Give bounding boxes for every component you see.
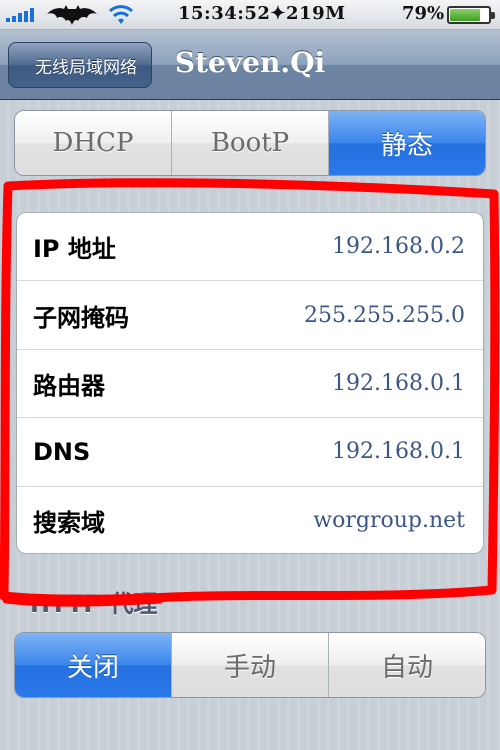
dns-label: DNS	[33, 437, 91, 466]
subnet-mask-label: 子网掩码	[33, 303, 129, 332]
navigation-bar: 无线局域网络 Steven.Qi	[0, 30, 500, 100]
router-label: 路由器	[33, 371, 105, 400]
signal-strength-icon	[6, 8, 34, 22]
wifi-icon	[108, 5, 134, 24]
tab-dhcp[interactable]: DHCP	[15, 111, 172, 175]
dns-row[interactable]: DNS 192.168.0.1	[17, 418, 483, 487]
ip-settings-table: IP 地址 192.168.0.2 子网掩码 255.255.255.0 路由器…	[16, 212, 484, 554]
search-domain-row[interactable]: 搜索域 worgroup.net	[17, 487, 483, 553]
ip-address-row[interactable]: IP 地址 192.168.0.2	[17, 213, 483, 282]
ip-mode-segmented-control: DHCP BootP 静态	[14, 110, 486, 176]
http-proxy-header: HTTP 代理	[30, 590, 158, 618]
battery-icon	[447, 6, 495, 24]
tab-static[interactable]: 静态	[329, 111, 485, 175]
back-button[interactable]: 无线局域网络	[8, 42, 152, 88]
dns-value: 192.168.0.1	[332, 439, 465, 465]
proxy-off-option[interactable]: 关闭	[15, 633, 172, 697]
battery-percent: 79%	[402, 3, 445, 24]
ip-address-value: 192.168.0.2	[332, 234, 465, 260]
status-bar: 15:34:52✦219M 79%	[0, 0, 500, 30]
proxy-auto-option[interactable]: 自动	[329, 633, 485, 697]
proxy-manual-option[interactable]: 手动	[172, 633, 329, 697]
subnet-mask-row[interactable]: 子网掩码 255.255.255.0	[17, 281, 483, 350]
ip-address-label: IP 地址	[33, 235, 116, 264]
batman-logo-icon	[47, 5, 97, 25]
http-proxy-segmented-control: 关闭 手动 自动	[14, 632, 486, 698]
clock-time: 15:34:52✦219M	[178, 3, 346, 24]
page-title: Steven.Qi	[174, 46, 326, 79]
tab-bootp[interactable]: BootP	[172, 111, 329, 175]
search-domain-value: worgroup.net	[313, 508, 465, 534]
router-value: 192.168.0.1	[332, 370, 465, 396]
search-domain-label: 搜索域	[33, 509, 105, 538]
battery-fill	[450, 9, 481, 21]
subnet-mask-value: 255.255.255.0	[304, 302, 465, 328]
router-row[interactable]: 路由器 192.168.0.1	[17, 350, 483, 419]
